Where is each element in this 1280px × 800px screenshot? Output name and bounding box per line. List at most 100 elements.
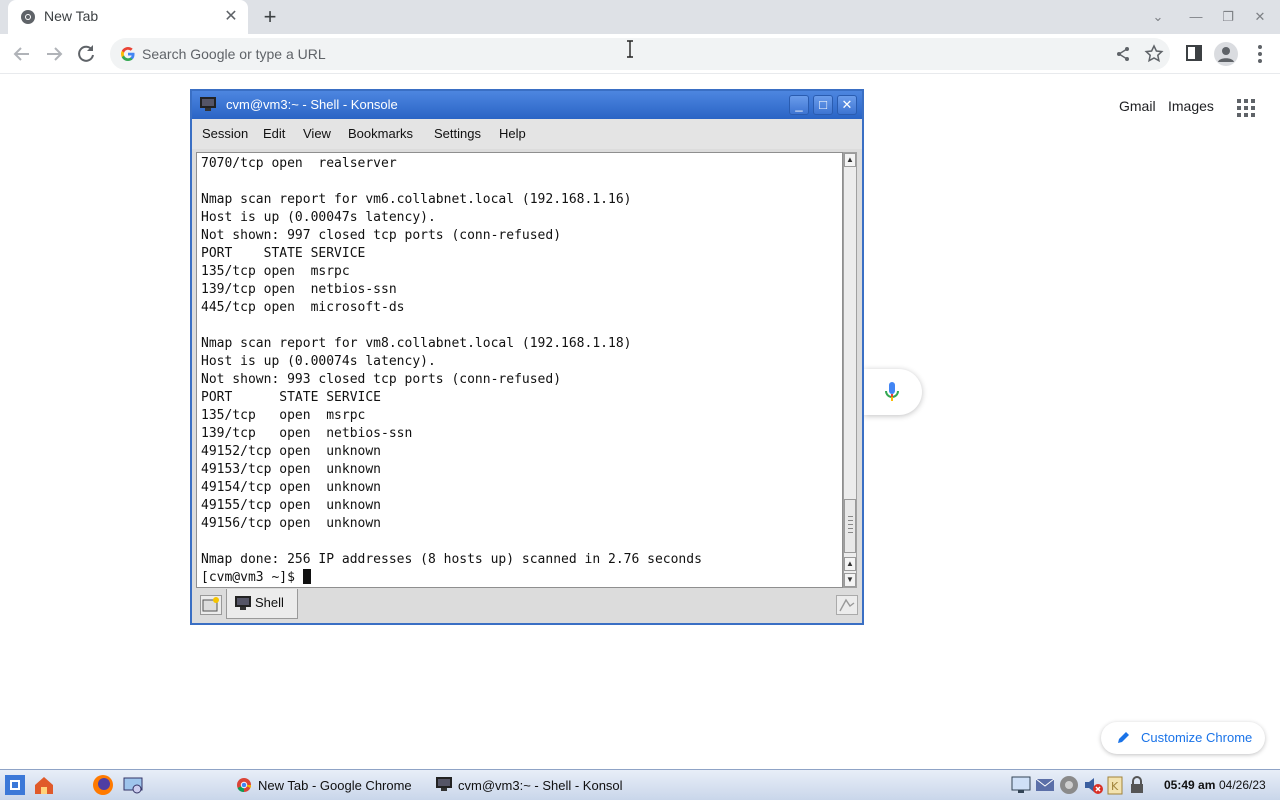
bookmark-star-icon[interactable]: [1144, 44, 1164, 64]
task-chrome[interactable]: New Tab - Google Chrome: [236, 773, 426, 798]
terminal-line: PORT STATE SERVICE: [201, 246, 366, 261]
omnibox-placeholder: Search Google or type a URL: [142, 46, 326, 62]
terminal-icon: [200, 97, 216, 111]
terminal-line: Host is up (0.00074s latency).: [201, 354, 436, 369]
terminal-text: 7070/tcp open realserver Nmap scan repor…: [201, 155, 702, 587]
konsole-titlebar[interactable]: cvm@vm3:~ - Shell - Konsole _ □ ✕: [192, 91, 862, 119]
google-icon: [121, 47, 135, 61]
terminal-line: Nmap done: 256 IP addresses (8 hosts up)…: [201, 552, 702, 567]
menu-bookmarks[interactable]: Bookmarks: [348, 126, 413, 141]
menu-session[interactable]: Session: [202, 126, 248, 141]
terminal-scrollbar[interactable]: ▲ ▲ ▼: [843, 152, 857, 588]
terminal-line: 49156/tcp open unknown: [201, 516, 382, 531]
clipboard-icon[interactable]: K: [1104, 774, 1126, 796]
omnibox[interactable]: Search Google or type a URL: [110, 38, 1170, 70]
microphone-icon: [885, 382, 899, 401]
clock-time: 05:49 am: [1164, 778, 1216, 792]
terminal-output[interactable]: 7070/tcp open realserver Nmap scan repor…: [196, 152, 843, 588]
browser-toolbar: Search Google or type a URL: [0, 34, 1280, 74]
terminal-prompt: [cvm@vm3 ~]$: [201, 570, 303, 585]
task-konsole-label: cvm@vm3:~ - Shell - Konsol: [458, 778, 623, 793]
konsole-session-tabbar: Shell: [192, 589, 862, 623]
network-tool-icon[interactable]: [122, 774, 144, 796]
volume-muted-icon[interactable]: [1082, 774, 1104, 796]
images-link[interactable]: Images: [1168, 98, 1214, 114]
scroll-up-arrow[interactable]: ▲: [844, 153, 856, 167]
close-session-button[interactable]: [836, 595, 858, 615]
konsole-menubar: Session Edit View Bookmarks Settings Hel…: [192, 119, 862, 149]
side-panel-icon[interactable]: [1184, 43, 1204, 63]
customize-chrome-label: Customize Chrome: [1141, 730, 1253, 745]
terminal-line: Not shown: 997 closed tcp ports (conn-re…: [201, 228, 562, 243]
google-apps-icon[interactable]: [1236, 98, 1256, 118]
chrome-icon: [237, 778, 252, 793]
minimize-button[interactable]: —: [1186, 8, 1206, 26]
start-menu-icon[interactable]: [4, 774, 26, 796]
customize-chrome-button[interactable]: Customize Chrome: [1101, 722, 1265, 754]
tab-strip: New Tab ✕ + ⌄ — ❐ ✕: [0, 0, 1280, 34]
terminal-line: 7070/tcp open realserver: [201, 156, 397, 171]
close-session-icon: [839, 598, 855, 612]
profile-avatar[interactable]: [1214, 42, 1238, 66]
terminal-icon: [235, 596, 251, 610]
back-icon[interactable]: [10, 42, 34, 66]
terminal-line: 135/tcp open msrpc: [201, 408, 366, 423]
share-icon[interactable]: [1114, 45, 1132, 63]
new-session-icon: [202, 597, 219, 612]
clock-date: 04/26/23: [1219, 778, 1266, 792]
network-icon[interactable]: [1058, 774, 1080, 796]
terminal-line: 49152/tcp open unknown: [201, 444, 382, 459]
menu-view[interactable]: View: [303, 126, 331, 141]
menu-settings[interactable]: Settings: [434, 126, 481, 141]
terminal-line: 49154/tcp open unknown: [201, 480, 382, 495]
home-icon[interactable]: [33, 774, 55, 796]
terminal-line: 139/tcp open netbios-ssn: [201, 282, 397, 297]
menu-edit[interactable]: Edit: [263, 126, 285, 141]
reload-icon[interactable]: [74, 42, 98, 66]
firefox-icon[interactable]: [92, 774, 114, 796]
terminal-line: Nmap scan report for vm6.collabnet.local…: [201, 192, 632, 207]
konsole-maximize-button[interactable]: □: [813, 95, 833, 115]
terminal-line: 49153/tcp open unknown: [201, 462, 382, 477]
terminal-line: 135/tcp open msrpc: [201, 264, 350, 279]
text-cursor-icon: [627, 40, 633, 58]
scrollbar-thumb[interactable]: [844, 499, 856, 553]
konsole-close-button[interactable]: ✕: [837, 95, 857, 115]
konsole-minimize-button[interactable]: _: [789, 95, 809, 115]
scroll-down-arrow[interactable]: ▼: [844, 573, 856, 587]
mail-icon[interactable]: [1034, 774, 1056, 796]
desktop-taskbar: New Tab - Google Chrome cvm@vm3:~ - Shel…: [0, 769, 1280, 800]
pencil-icon: [1118, 732, 1129, 743]
terminal-line: PORT STATE SERVICE: [201, 390, 382, 405]
person-icon: [1218, 47, 1234, 62]
forward-icon[interactable]: [42, 42, 66, 66]
close-window-button[interactable]: ✕: [1250, 8, 1270, 26]
task-chrome-label: New Tab - Google Chrome: [258, 778, 412, 793]
task-konsole[interactable]: cvm@vm3:~ - Shell - Konsol: [436, 773, 632, 798]
tab-new-tab[interactable]: New Tab ✕: [8, 0, 248, 34]
terminal-line: 445/tcp open microsoft-ds: [201, 300, 405, 315]
konsole-window: cvm@vm3:~ - Shell - Konsole _ □ ✕ Sessio…: [190, 89, 864, 625]
terminal-line: Nmap scan report for vm8.collabnet.local…: [201, 336, 632, 351]
terminal-icon: [436, 777, 452, 791]
terminal-cursor: [302, 569, 311, 584]
voice-search-button[interactable]: [864, 369, 922, 415]
terminal-line: 49155/tcp open unknown: [201, 498, 382, 513]
display-settings-icon[interactable]: [1010, 774, 1032, 796]
gmail-link[interactable]: Gmail: [1119, 98, 1156, 114]
scroll-up-arrow-bottom[interactable]: ▲: [844, 557, 856, 571]
menu-help[interactable]: Help: [499, 126, 526, 141]
terminal-line: 139/tcp open netbios-ssn: [201, 426, 413, 441]
more-menu-icon[interactable]: [1250, 42, 1270, 66]
tab-search-icon[interactable]: ⌄: [1148, 8, 1168, 26]
svg-text:K: K: [1111, 780, 1119, 793]
session-tab-label: Shell: [255, 595, 284, 610]
restore-button[interactable]: ❐: [1218, 8, 1238, 26]
close-tab-icon[interactable]: ✕: [222, 8, 240, 26]
new-session-button[interactable]: [200, 595, 222, 615]
tab-title: New Tab: [44, 8, 99, 24]
session-tab-shell[interactable]: Shell: [226, 589, 298, 619]
konsole-title: cvm@vm3:~ - Shell - Konsole: [226, 97, 398, 112]
new-tab-button[interactable]: +: [258, 5, 282, 29]
lock-icon[interactable]: [1126, 774, 1148, 796]
